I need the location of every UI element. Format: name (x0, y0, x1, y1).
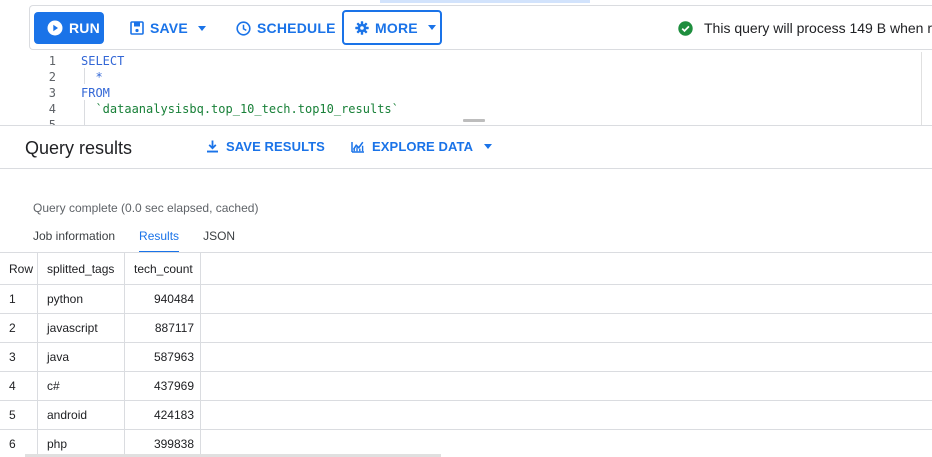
gear-icon (355, 20, 369, 35)
line-number: 3 (48, 86, 56, 100)
line-number: 2 (48, 70, 56, 84)
tag-cell[interactable]: c# (37, 372, 124, 400)
column-header-row: Row (9, 261, 34, 276)
top-accent-bar (380, 0, 590, 3)
query-toolbar: RUN SAVE SCHEDULE MORE This query will p… (29, 5, 932, 50)
count-cell[interactable]: 437969 (124, 372, 201, 400)
row-number: 1 (9, 292, 16, 306)
count-cell[interactable]: 887117 (124, 314, 201, 342)
count-cell[interactable]: 424183 (124, 401, 201, 429)
code-text: `dataanalysisbq.top_10_tech.top10_result… (81, 102, 399, 116)
column-header-tech-count[interactable]: tech_count (124, 253, 201, 284)
tag-cell[interactable]: php (37, 430, 124, 457)
line-number: 1 (48, 54, 56, 68)
results-title: Query results (25, 138, 133, 158)
check-circle-icon (678, 20, 693, 36)
more-button[interactable]: MORE (342, 10, 442, 45)
save-button[interactable]: SAVE (130, 12, 206, 44)
results-table: Row splitted_tags tech_count 1 python 94… (0, 253, 932, 457)
table-row[interactable]: 1 python 940484 (0, 285, 932, 314)
save-button-label: SAVE (150, 20, 188, 36)
chevron-down-icon (484, 144, 493, 149)
validator-text: This query will process 149 B when run. (704, 20, 932, 36)
table-row[interactable]: 5 android 424183 (0, 401, 932, 430)
count-cell[interactable]: 587963 (124, 343, 201, 371)
save-results-button[interactable]: SAVE RESULTS (206, 139, 325, 154)
schedule-button-label: SCHEDULE (257, 20, 336, 36)
count-cell[interactable]: 399838 (124, 430, 201, 457)
count-cell[interactable]: 940484 (124, 285, 201, 313)
table-row[interactable]: 3 java 587963 (0, 343, 932, 372)
row-number: 6 (9, 437, 16, 451)
tab-results[interactable]: Results (139, 229, 180, 253)
editor-resize-handle[interactable] (463, 119, 485, 122)
clock-icon (236, 20, 251, 36)
save-icon (130, 21, 144, 35)
sql-editor[interactable]: 1 SELECT 2 * 3 FROM 4 `dataanalysisbq.to… (0, 52, 932, 126)
chevron-down-icon (427, 25, 436, 30)
row-number: 3 (9, 350, 16, 364)
line-number: 4 (48, 102, 56, 116)
chart-icon (351, 141, 364, 153)
row-number: 4 (9, 379, 16, 393)
chevron-down-icon (197, 25, 206, 31)
line-number: 5 (48, 118, 56, 126)
column-header-splitted-tags[interactable]: splitted_tags (37, 253, 124, 284)
tag-cell[interactable]: python (37, 285, 124, 313)
schedule-button[interactable]: SCHEDULE (236, 12, 336, 44)
tag-cell[interactable]: java (37, 343, 124, 371)
tag-cell[interactable]: android (37, 401, 124, 429)
table-row[interactable]: 4 c# 437969 (0, 372, 932, 401)
tab-json[interactable]: JSON (203, 229, 235, 253)
run-button[interactable]: RUN (34, 12, 104, 44)
more-button-label: MORE (375, 19, 418, 36)
row-number: 5 (9, 408, 16, 422)
row-number: 2 (9, 321, 16, 335)
explore-data-label: EXPLORE DATA (372, 139, 474, 154)
editor-scrollbar[interactable] (921, 52, 922, 125)
save-results-label: SAVE RESULTS (226, 139, 325, 154)
table-row[interactable]: 2 javascript 887117 (0, 314, 932, 343)
divider (0, 168, 932, 169)
play-circle-icon (47, 20, 63, 36)
code-text: * (81, 70, 103, 84)
code-text: SELECT (81, 54, 125, 68)
table-row[interactable]: 6 php 399838 (0, 430, 932, 457)
results-tabs: Job information Results JSON (33, 229, 259, 253)
table-header-row: Row splitted_tags tech_count (0, 253, 932, 285)
code-text: FROM (81, 86, 110, 100)
tab-job-information[interactable]: Job information (33, 229, 115, 253)
query-validator: This query will process 149 B when run. (678, 12, 932, 44)
download-icon (207, 140, 218, 153)
run-button-label: RUN (69, 20, 100, 36)
explore-data-button[interactable]: EXPLORE DATA (351, 139, 493, 154)
tag-cell[interactable]: javascript (37, 314, 124, 342)
query-status: Query complete (0.0 sec elapsed, cached) (33, 201, 259, 215)
